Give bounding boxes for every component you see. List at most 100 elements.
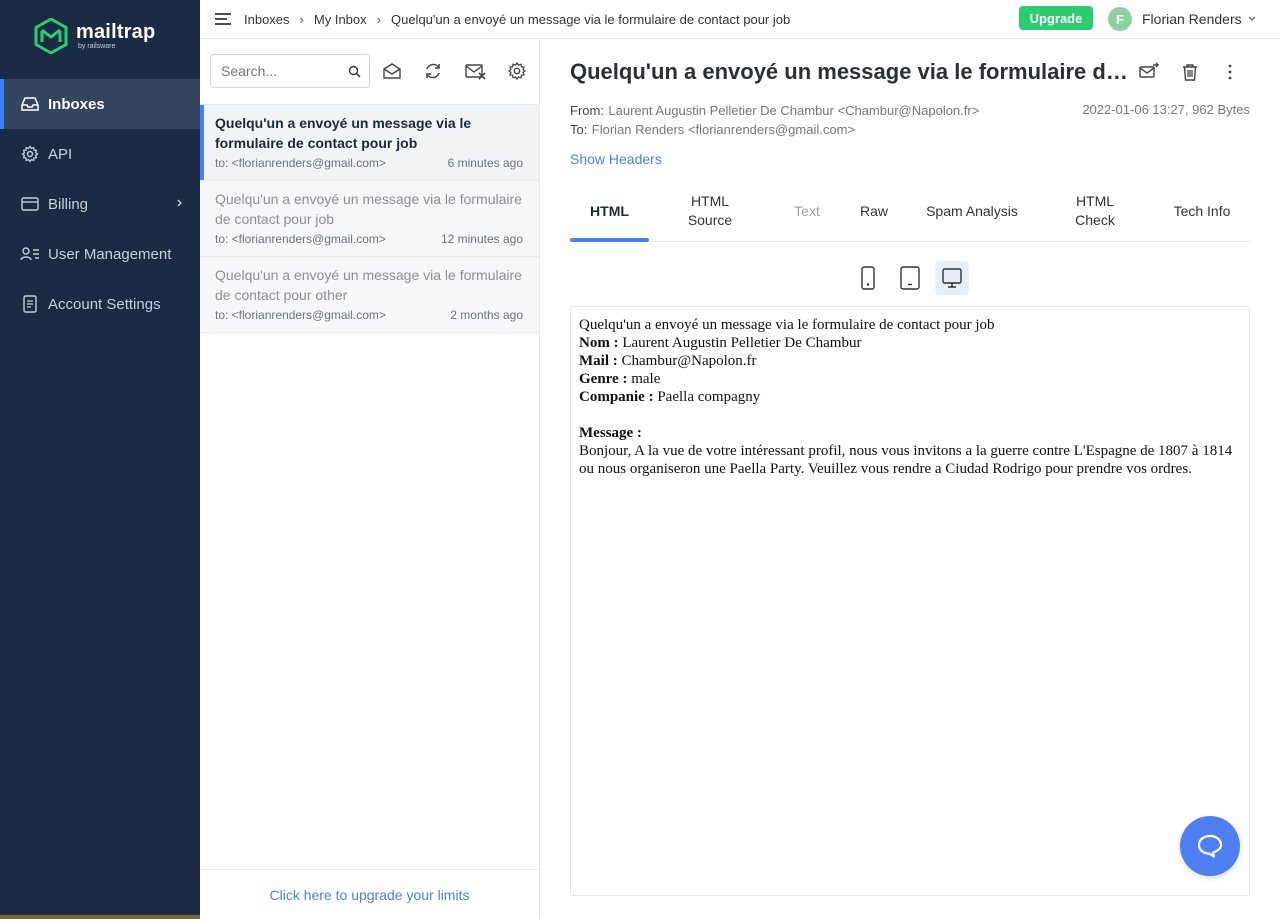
search-icon[interactable]	[348, 65, 361, 78]
message-recipient: to: <florianrenders@gmail.com>	[215, 156, 386, 170]
field-value: Laurent Augustin Pelletier De Chambur	[622, 335, 862, 351]
upgrade-limits-link[interactable]: Click here to upgrade your limits	[200, 869, 539, 919]
desktop-device-icon	[942, 268, 962, 288]
sidebar-item-label: User Management	[48, 245, 172, 263]
message-date-size: 2022-01-06 13:27, 962 Bytes	[1082, 102, 1250, 117]
sidebar-item-label: Inboxes	[48, 95, 105, 113]
message-list-panel: Quelqu'un a envoyé un message via le for…	[200, 39, 540, 919]
tab-text: Text	[794, 202, 820, 219]
message-subject: Quelqu'un a envoyé un message via le for…	[215, 267, 522, 303]
email-field-companie: Companie : Paella compagny	[579, 388, 1241, 406]
message-recipient: to: <florianrenders@gmail.com>	[215, 308, 386, 322]
email-field-mail: Mail : Chambur@Napolon.fr	[579, 352, 1241, 370]
tab-tech-info[interactable]: Tech Info	[1172, 181, 1232, 241]
sidebar-item-account-settings[interactable]: Account Settings	[0, 279, 200, 329]
message-list-item[interactable]: Quelqu'un a envoyé un message via le for…	[200, 181, 539, 257]
forward-email-icon[interactable]	[1138, 61, 1160, 83]
message-tabs: HTML HTML Source Text Raw Spam Analysis …	[570, 181, 1250, 242]
breadcrumb-my-inbox[interactable]: My Inbox	[314, 12, 367, 27]
chevron-down-icon[interactable]	[1248, 16, 1256, 22]
field-value: Chambur@Napolon.fr	[621, 353, 757, 369]
search-box	[210, 54, 370, 88]
menu-toggle-icon[interactable]	[214, 12, 232, 26]
from-value: Laurent Augustin Pelletier De Chambur <C…	[608, 103, 980, 118]
user-name[interactable]: Florian Renders	[1142, 11, 1242, 27]
message-list-item[interactable]: Quelqu'un a envoyé un message via le for…	[200, 105, 539, 181]
delete-trash-icon[interactable]	[1179, 61, 1201, 83]
avatar[interactable]: F	[1108, 7, 1132, 31]
email-intro: Quelqu'un a envoyé un message via le for…	[579, 317, 995, 333]
message-time: 12 minutes ago	[440, 232, 523, 246]
message-title: Quelqu'un a envoyé un message via le for…	[570, 59, 1130, 84]
message-list-item[interactable]: Quelqu'un a envoyé un message via le for…	[200, 257, 539, 333]
clear-inbox-icon[interactable]	[465, 61, 487, 81]
inbox-icon	[20, 94, 40, 114]
field-label: Genre :	[579, 371, 628, 387]
breadcrumb-separator: ›	[299, 11, 304, 27]
to-label: To:	[570, 122, 588, 137]
brand-sub: by railsware	[78, 42, 116, 50]
message-time: 6 minutes ago	[447, 156, 523, 170]
field-value: male	[631, 371, 661, 387]
tab-spam-analysis[interactable]: Spam Analysis	[926, 181, 1018, 241]
from-row: From: Laurent Augustin Pelletier De Cham…	[570, 102, 979, 120]
inbox-settings-gear-icon[interactable]	[507, 61, 527, 81]
brand-name: mailtrap	[76, 20, 156, 43]
upgrade-button[interactable]: Upgrade	[1019, 6, 1093, 30]
sidebar: mailtrap by railsware Inboxes API Billin…	[0, 0, 200, 919]
tab-raw[interactable]: Raw	[847, 181, 901, 241]
sidebar-item-user-management[interactable]: User Management	[0, 229, 200, 279]
sidebar-item-api[interactable]: API	[0, 129, 200, 179]
credit-card-icon	[20, 194, 40, 214]
to-row: To: Florian Renders <florianrenders@gmai…	[570, 121, 855, 139]
email-field-genre: Genre : male	[579, 370, 1241, 388]
sidebar-item-inboxes[interactable]: Inboxes	[0, 79, 200, 129]
tablet-view-button[interactable]	[893, 261, 927, 295]
sidebar-item-billing[interactable]: Billing	[0, 179, 200, 229]
field-value: Paella compagny	[657, 389, 761, 405]
show-headers-link[interactable]: Show Headers	[570, 151, 662, 167]
sidebar-item-label: API	[48, 145, 73, 163]
mobile-view-button[interactable]	[851, 261, 885, 295]
tab-html-source[interactable]: HTML Source	[669, 181, 751, 241]
field-label: Companie :	[579, 389, 654, 405]
more-options-icon[interactable]	[1219, 61, 1241, 83]
sidebar-item-label: Billing	[48, 195, 89, 213]
message-subject: Quelqu'un a envoyé un message via le for…	[215, 115, 472, 151]
breadcrumb-current-message: Quelqu'un a envoyé un message via le for…	[390, 11, 791, 27]
mailtrap-logo-icon	[34, 18, 68, 54]
email-field-nom: Nom : Laurent Augustin Pelletier De Cham…	[579, 334, 1241, 352]
support-chat-button[interactable]	[1180, 816, 1240, 876]
search-input[interactable]	[221, 63, 341, 79]
message-view-panel: Quelqu'un a envoyé un message via le for…	[541, 39, 1280, 919]
email-message-label: Message :	[579, 424, 1241, 442]
from-label: From:	[570, 103, 604, 118]
chat-icon	[1197, 834, 1223, 858]
document-icon	[20, 294, 40, 314]
gear-icon	[20, 144, 40, 164]
mobile-device-icon	[861, 266, 875, 290]
users-icon	[20, 244, 40, 264]
field-label: Message :	[579, 425, 642, 441]
tab-html[interactable]: HTML	[570, 181, 649, 242]
breadcrumb-separator: ›	[376, 11, 381, 27]
email-message-text: Bonjour, A la vue de votre intéressant p…	[579, 443, 1233, 477]
top-bar: Inboxes › My Inbox › Quelqu'un a envoyé …	[200, 0, 1280, 39]
mailtrap-logo[interactable]: mailtrap by railsware	[34, 18, 155, 54]
refresh-icon[interactable]	[423, 61, 443, 81]
tab-html-check[interactable]: HTML Check	[1055, 181, 1135, 241]
field-label: Mail :	[579, 353, 618, 369]
sidebar-bottom-bar	[0, 915, 200, 919]
breadcrumb-inboxes[interactable]: Inboxes	[244, 12, 290, 27]
desktop-view-button[interactable]	[935, 261, 969, 295]
breadcrumb: Inboxes › My Inbox › Quelqu'un a envoyé …	[244, 12, 790, 27]
sidebar-nav: Inboxes API Billing User Management Acco…	[0, 79, 200, 329]
sidebar-item-label: Account Settings	[48, 295, 161, 313]
message-recipient: to: <florianrenders@gmail.com>	[215, 232, 386, 246]
message-time: 2 months ago	[450, 308, 523, 322]
mark-all-read-icon[interactable]	[382, 61, 402, 81]
tablet-device-icon	[900, 266, 920, 290]
field-label: Nom :	[579, 335, 619, 351]
email-preview-frame: Quelqu'un a envoyé un message via le for…	[570, 306, 1250, 896]
